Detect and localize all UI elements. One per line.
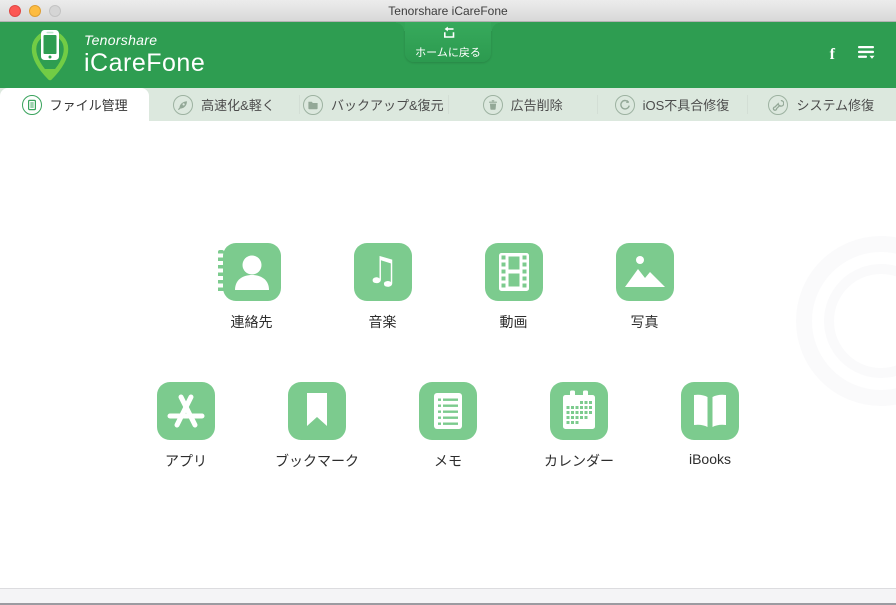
grid-item-contacts[interactable]: 連絡先 (186, 243, 317, 332)
zoom-button[interactable] (49, 5, 61, 17)
menu-list-icon[interactable] (857, 45, 876, 65)
tab-speedup-clean[interactable]: 高速化&軽く (149, 88, 298, 121)
tab-file-manager[interactable]: ファイル管理 (0, 88, 149, 121)
window-title: Tenorshare iCareFone (388, 4, 507, 18)
status-footer (0, 588, 896, 605)
video-icon (485, 243, 543, 301)
grid-item-label: アプリ (165, 451, 207, 471)
tab-ios-repair[interactable]: iOS不具合修復 (597, 88, 746, 121)
grid-item-photos[interactable]: 写真 (579, 243, 710, 332)
grid-item-notes[interactable]: メモ (383, 382, 514, 471)
grid-row-2: アプリ ブックマーク (0, 382, 896, 471)
wrench-icon (768, 95, 788, 115)
tab-label: iOS不具合修復 (643, 95, 730, 114)
rocket-icon (173, 95, 193, 115)
trash-icon (483, 95, 503, 115)
tab-system-repair[interactable]: システム修復 (747, 88, 896, 121)
grid-item-apps[interactable]: アプリ (121, 382, 252, 471)
header-actions: f (826, 22, 876, 88)
grid-item-label: 連絡先 (231, 312, 273, 332)
grid-item-label: メモ (434, 451, 462, 471)
refresh-icon (615, 95, 635, 115)
grid-item-label: 写真 (631, 312, 659, 332)
main-content: 連絡先 ♫ 音楽 (0, 121, 896, 588)
minimize-button[interactable] (29, 5, 41, 17)
tab-label: 広告削除 (511, 95, 563, 114)
bookmark-icon (288, 382, 346, 440)
photos-icon (616, 243, 674, 301)
return-home-button[interactable]: ホームに戻る (405, 22, 491, 62)
brand-logo: Tenorshare iCareFone (28, 25, 205, 86)
brand-icarefone: iCareFone (84, 49, 205, 78)
return-home-label: ホームに戻る (415, 44, 481, 60)
brand-text: Tenorshare iCareFone (84, 32, 205, 78)
traffic-lights (9, 5, 61, 17)
return-home-icon (440, 25, 456, 42)
contacts-icon (223, 243, 281, 301)
file-manager-icon (22, 95, 42, 115)
grid-item-label: ブックマーク (275, 451, 359, 471)
facebook-icon[interactable]: f (826, 44, 839, 66)
tab-backup-restore[interactable]: バックアップ&復元 (299, 88, 448, 121)
tab-ad-removal[interactable]: 広告削除 (448, 88, 597, 121)
music-icon: ♫ (354, 243, 412, 301)
grid-item-label: 動画 (500, 312, 528, 332)
grid-item-label: カレンダー (544, 451, 614, 471)
calendar-icon (550, 382, 608, 440)
icarefone-pin-phone-logo-icon (28, 25, 72, 86)
feature-tabbar: ファイル管理 高速化&軽く バックアップ&復元 広告削除 (0, 88, 896, 121)
close-button[interactable] (9, 5, 21, 17)
grid-row-1: 連絡先 ♫ 音楽 (0, 243, 896, 332)
grid-item-label: iBooks (689, 451, 731, 467)
grid-item-bookmark[interactable]: ブックマーク (252, 382, 383, 471)
titlebar: Tenorshare iCareFone (0, 0, 896, 22)
grid-item-label: 音楽 (369, 312, 397, 332)
grid-item-video[interactable]: 動画 (448, 243, 579, 332)
tab-label: システム修復 (796, 95, 874, 114)
file-type-grid: 連絡先 ♫ 音楽 (0, 121, 896, 471)
tab-label: 高速化&軽く (201, 95, 275, 114)
tab-label: バックアップ&復元 (331, 95, 444, 114)
tab-label: ファイル管理 (50, 95, 128, 114)
grid-item-calendar[interactable]: カレンダー (514, 382, 645, 471)
grid-item-ibooks[interactable]: iBooks (645, 382, 776, 471)
apps-icon (157, 382, 215, 440)
ibooks-icon (681, 382, 739, 440)
folder-icon (303, 95, 323, 115)
music-note-glyph: ♫ (366, 252, 399, 289)
notes-icon (419, 382, 477, 440)
grid-item-music[interactable]: ♫ 音楽 (317, 243, 448, 332)
brand-tenorshare: Tenorshare (84, 32, 205, 48)
app-header: Tenorshare iCareFone ホームに戻る f (0, 22, 896, 88)
